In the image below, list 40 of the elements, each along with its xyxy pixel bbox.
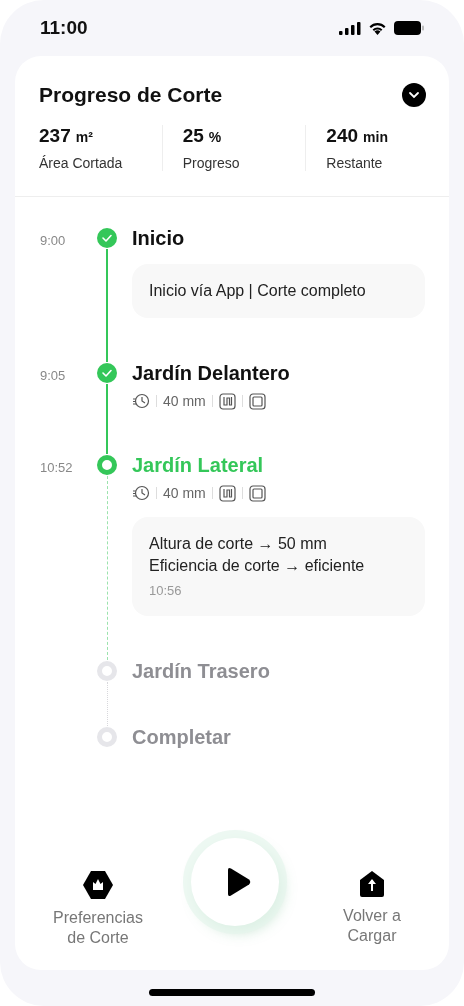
collapse-toggle[interactable] <box>402 83 426 107</box>
status-time: 11:00 <box>40 17 88 39</box>
stat-unit: m² <box>75 129 93 145</box>
step-title: Inicio <box>132 227 186 249</box>
path-pattern-icon <box>218 392 236 410</box>
stat-value: 237 <box>39 125 71 147</box>
note-time: 10:56 <box>149 583 183 598</box>
stat-value: 240 <box>326 125 359 147</box>
home-icon <box>359 870 385 898</box>
wifi-icon <box>368 21 387 35</box>
cut-height: 40 mm <box>163 485 206 501</box>
note-text: Eficiencia de corte → eficiente <box>149 557 366 575</box>
stat-label: Restante <box>326 155 384 171</box>
panel-title: Progreso de Corte <box>39 83 223 107</box>
stat-label: Progreso <box>182 155 241 171</box>
battery-icon <box>394 21 424 35</box>
path-pattern-icon <box>218 484 236 502</box>
border-icon <box>248 484 266 502</box>
stat-unit: min <box>363 129 388 145</box>
signal-icon <box>339 21 361 35</box>
note-text: Inicio vía App | Corte completo <box>149 282 367 300</box>
step-title: Completar <box>132 726 232 748</box>
recharge-button[interactable]: Volver a Cargar <box>317 870 427 946</box>
step-title: Jardín Lateral <box>132 454 265 476</box>
blade-icon <box>132 392 150 410</box>
step-time: 9:00 <box>40 233 66 248</box>
chevron-icon <box>408 91 420 99</box>
stat-label: Área Cortada <box>39 155 124 171</box>
blade-icon <box>132 484 150 502</box>
cut-height: 40 mm <box>163 393 206 409</box>
step-time: 9:05 <box>40 368 66 383</box>
border-icon <box>248 392 266 410</box>
stat-unit: % <box>208 129 222 145</box>
note-text: Altura de corte → 50 mm <box>149 535 328 553</box>
preferences-button[interactable]: Preferencias de Corte <box>43 870 153 948</box>
mower-icon <box>82 870 114 900</box>
step-title: Jardín Trasero <box>132 660 271 682</box>
step-title: Jardín Delantero <box>132 362 291 384</box>
stat-value: 25 <box>182 125 204 147</box>
step-time: 10:52 <box>40 460 73 475</box>
